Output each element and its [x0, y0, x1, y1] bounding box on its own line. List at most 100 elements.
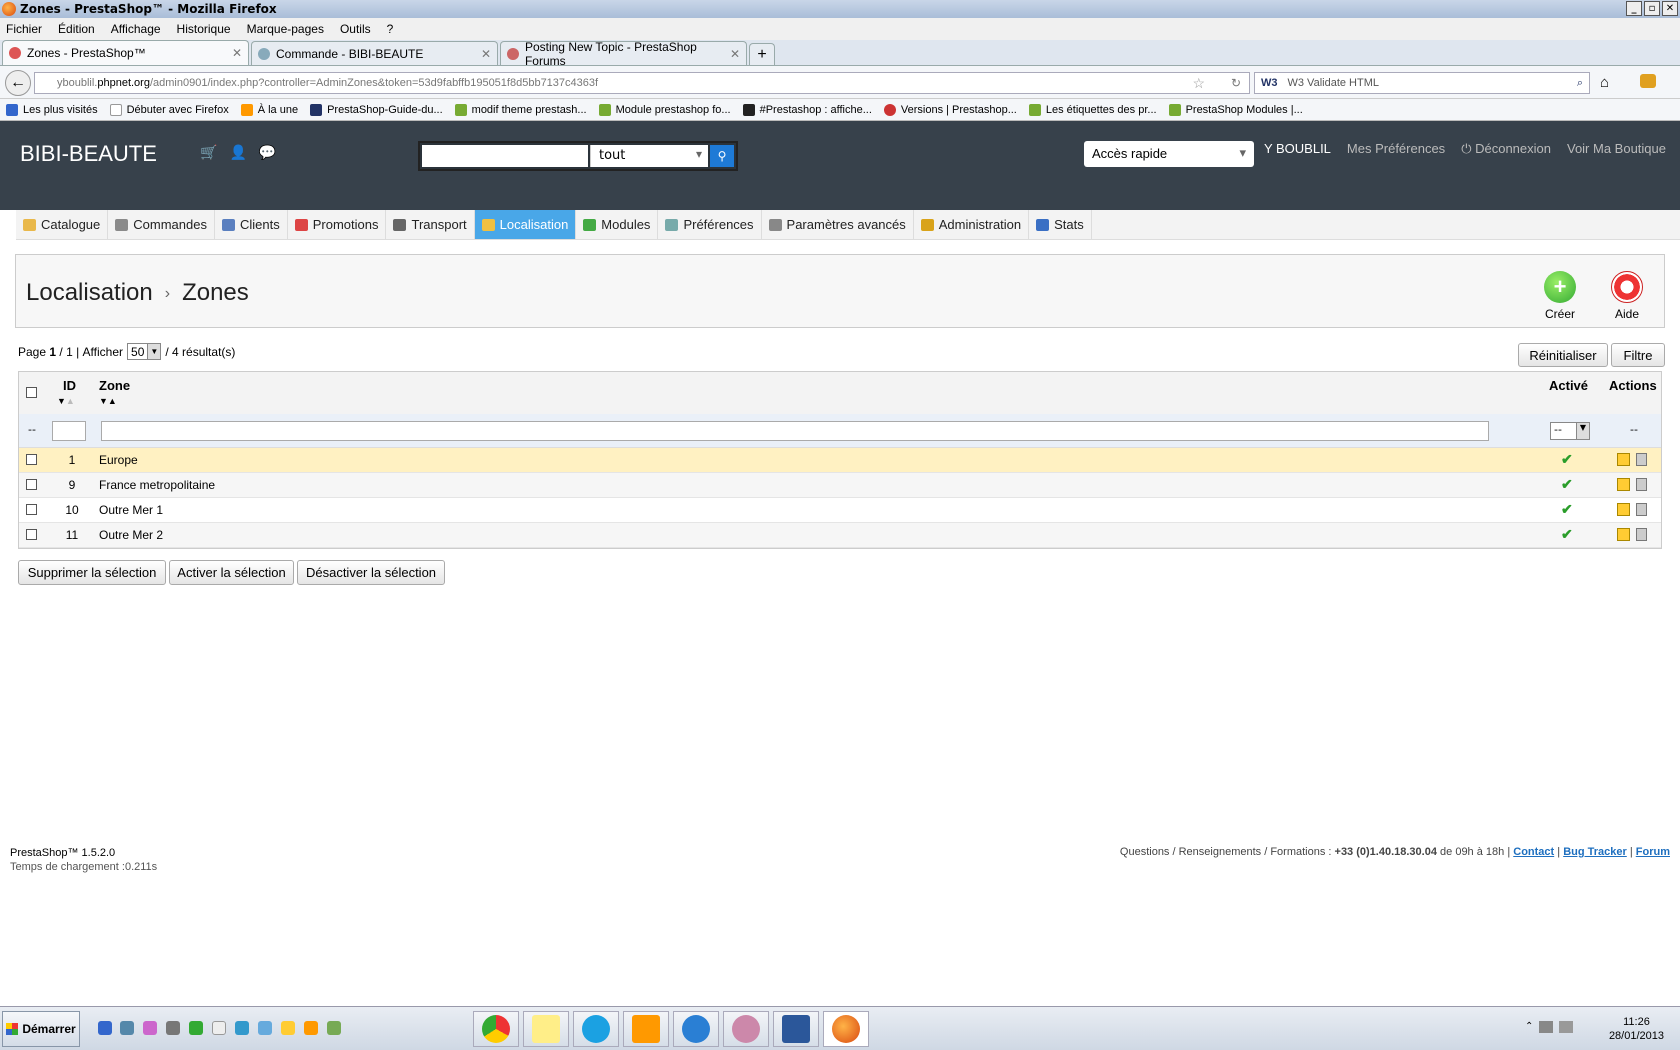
back-button[interactable]: ←	[5, 70, 31, 96]
menu-marque-pages[interactable]: Marque-pages	[247, 22, 324, 36]
search-icon[interactable]: ⌕	[1577, 77, 1583, 90]
menu-item-promotions[interactable]: Promotions	[288, 210, 387, 239]
volume-icon[interactable]	[1559, 1021, 1574, 1033]
preferences-link[interactable]: Mes Préférences	[1347, 141, 1445, 157]
app-icon[interactable]	[143, 1021, 157, 1035]
row-checkbox[interactable]	[26, 529, 37, 540]
menu-item-transport[interactable]: Transport	[386, 210, 475, 239]
url-bar[interactable]: yboublil. phpnet.org/admin0901/index.php?…	[34, 72, 1250, 94]
delete-icon[interactable]	[1636, 503, 1647, 516]
filter-button[interactable]: Filtre	[1611, 343, 1665, 367]
contact-link[interactable]: Contact	[1513, 846, 1554, 858]
tree-icon[interactable]	[189, 1021, 203, 1035]
bookmark-star-icon[interactable]: ☆	[1192, 75, 1205, 92]
shop-name[interactable]: BIBI-BEAUTE	[20, 141, 157, 167]
edit-icon[interactable]	[1617, 453, 1630, 466]
notes-task[interactable]	[523, 1011, 569, 1047]
menu-item-stats[interactable]: Stats	[1029, 210, 1092, 239]
menu-outils[interactable]: Outils	[340, 22, 371, 36]
network-icon[interactable]	[1539, 1021, 1554, 1033]
column-active[interactable]: Activé	[1549, 378, 1588, 393]
chrome-task[interactable]	[473, 1011, 519, 1047]
delete-selection-button[interactable]: Supprimer la sélection	[18, 560, 166, 585]
minimize-button[interactable]: _	[1626, 1, 1642, 16]
maximize-button[interactable]: ▫	[1644, 1, 1660, 16]
bookmark-item[interactable]: Les plus visités	[6, 103, 98, 116]
firefox-task[interactable]	[823, 1011, 869, 1047]
search-icon[interactable]: ⚲	[710, 145, 734, 167]
search-scope-select[interactable]: tout	[590, 145, 708, 167]
taskbar-clock[interactable]: 11:26 28/01/2013	[1609, 1015, 1664, 1043]
edit-icon[interactable]	[1617, 528, 1630, 541]
menu-item-administration[interactable]: Administration	[914, 210, 1030, 239]
enabled-check-icon[interactable]: ✔	[1561, 451, 1573, 468]
close-tab-icon[interactable]: ✕	[481, 47, 491, 61]
breadcrumb-parent[interactable]: Localisation	[26, 279, 153, 306]
app-icon[interactable]	[258, 1021, 272, 1035]
edit-icon[interactable]	[1617, 503, 1630, 516]
tray-expand-icon[interactable]: ⌃	[1525, 1021, 1533, 1037]
bookmark-item[interactable]: Versions | Prestashop...	[883, 103, 1017, 116]
menu-affichage[interactable]: Affichage	[111, 22, 161, 36]
create-button[interactable]: + Créer	[1530, 271, 1590, 321]
select-all-checkbox[interactable]	[26, 387, 37, 398]
menu-item-catalogue[interactable]: Catalogue	[16, 210, 109, 239]
outlook-icon[interactable]	[304, 1021, 318, 1035]
browser-tab[interactable]: Commande - BIBI-BEAUTE ✕	[251, 41, 498, 65]
delete-icon[interactable]	[1636, 528, 1647, 541]
reset-button[interactable]: Réinitialiser	[1518, 343, 1608, 367]
skype-task[interactable]	[573, 1011, 619, 1047]
bookmark-item[interactable]: Débuter avec Firefox	[109, 103, 229, 116]
bookmark-item[interactable]: PrestaShop-Guide-du...	[310, 103, 443, 116]
view-shop-link[interactable]: Voir Ma Boutique	[1567, 141, 1666, 157]
menu-item-localisation[interactable]: Localisation	[474, 210, 577, 239]
bookmark-item[interactable]: #Prestashop : affiche...	[742, 103, 872, 116]
reload-icon[interactable]: ↻	[1231, 76, 1241, 90]
menu-item-commandes[interactable]: Commandes	[108, 210, 215, 239]
message-icon[interactable]: 💬	[259, 145, 276, 161]
table-row[interactable]: 1 Europe ✔	[19, 448, 1661, 473]
row-checkbox[interactable]	[26, 454, 37, 465]
browser-search-input[interactable]: W3 W3 Validate HTML ⌕	[1254, 72, 1590, 94]
word-task[interactable]	[773, 1011, 819, 1047]
menu-fichier[interactable]: Fichier	[6, 22, 42, 36]
enable-selection-button[interactable]: Activer la sélection	[169, 560, 294, 585]
menu-historique[interactable]: Historique	[177, 22, 231, 36]
enabled-check-icon[interactable]: ✔	[1561, 526, 1573, 543]
disable-selection-button[interactable]: Désactiver la sélection	[297, 560, 445, 585]
app-icon[interactable]	[166, 1021, 180, 1035]
menu-edition[interactable]: Édition	[58, 22, 95, 36]
enabled-check-icon[interactable]: ✔	[1561, 476, 1573, 493]
home-icon[interactable]: ⌂	[1600, 74, 1609, 91]
app-icon[interactable]	[327, 1021, 341, 1035]
column-zone[interactable]: Zone	[99, 378, 130, 393]
start-button[interactable]: Démarrer	[2, 1011, 80, 1047]
outlook-task[interactable]	[623, 1011, 669, 1047]
table-row[interactable]: 9 France metropolitaine ✔	[19, 473, 1661, 498]
forum-link[interactable]: Forum	[1636, 846, 1670, 858]
enabled-check-icon[interactable]: ✔	[1561, 501, 1573, 518]
new-tab-button[interactable]: +	[749, 43, 775, 65]
menu-item-clients[interactable]: Clients	[215, 210, 288, 239]
desktop-icon[interactable]	[98, 1021, 112, 1035]
bookmark-item[interactable]: modif theme prestash...	[454, 103, 587, 116]
ie-icon[interactable]	[235, 1021, 249, 1035]
column-id[interactable]: ID	[63, 378, 76, 393]
bookmark-item[interactable]: PrestaShop Modules |...	[1168, 103, 1303, 116]
quick-access-select[interactable]: Accès rapide	[1084, 141, 1254, 167]
ie-task[interactable]	[673, 1011, 719, 1047]
bookmark-item[interactable]: À la une	[240, 103, 298, 116]
menu-item-param-tres-avanc-s[interactable]: Paramètres avancés	[762, 210, 914, 239]
addon-icon[interactable]	[1640, 74, 1656, 88]
bugtracker-link[interactable]: Bug Tracker	[1563, 846, 1627, 858]
cart-icon[interactable]: 🛒	[200, 145, 217, 161]
browser-tab[interactable]: Zones - PrestaShop™ ✕	[2, 40, 249, 65]
id-filter-input[interactable]	[52, 421, 86, 441]
sort-zone-icon[interactable]: ▼▲	[99, 396, 117, 406]
delete-icon[interactable]	[1636, 478, 1647, 491]
customer-icon[interactable]: 👤	[229, 145, 246, 161]
star-icon[interactable]	[281, 1021, 295, 1035]
per-page-select[interactable]: 50 ▼	[127, 343, 162, 360]
bookmark-item[interactable]: Les étiquettes des pr...	[1028, 103, 1157, 116]
sort-id-icon[interactable]: ▼▲	[57, 396, 75, 406]
